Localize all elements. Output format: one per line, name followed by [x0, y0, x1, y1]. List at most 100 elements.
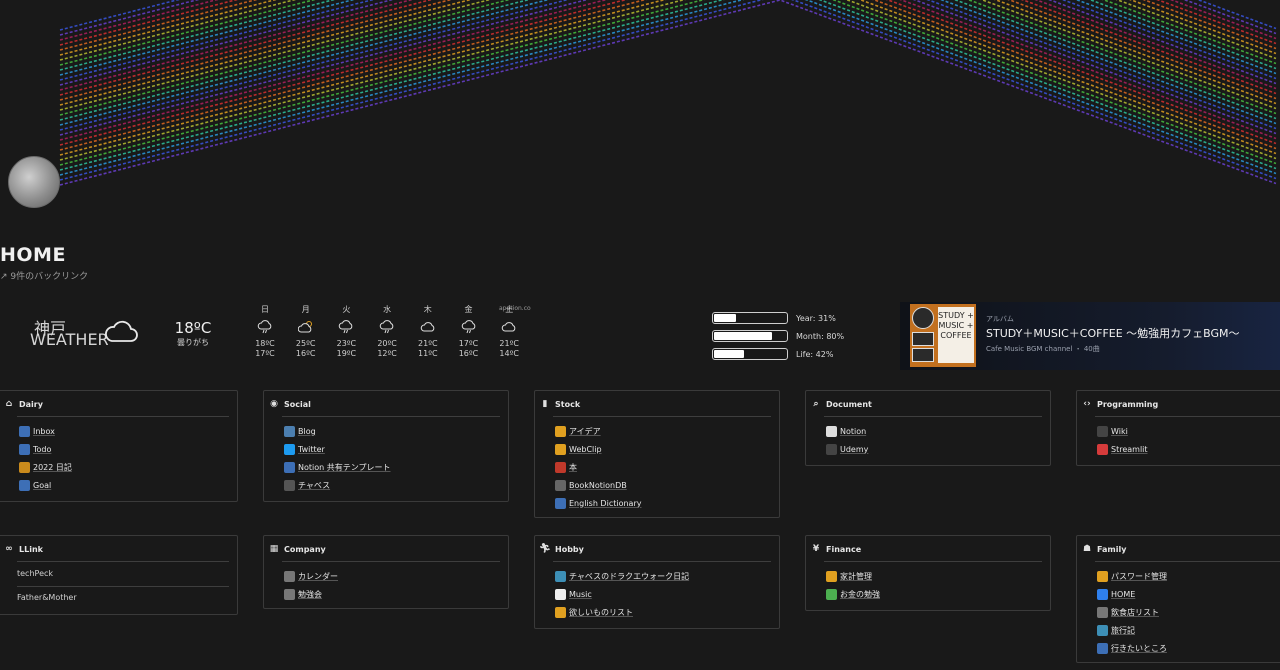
card-item-company[interactable]: 勉強会: [284, 585, 338, 603]
card-item-social[interactable]: Notion 共有テンプレート: [284, 458, 391, 476]
music-title[interactable]: STUDY＋MUSIC＋COFFEE 〜勉強用カフェBGM〜: [986, 325, 1240, 341]
card-item-label: アイデア: [569, 426, 601, 436]
forecast-day-label: 木: [423, 305, 432, 314]
study-icon: [284, 588, 295, 600]
streamlit-icon: [1097, 443, 1108, 455]
music-embed[interactable]: STUDY + MUSIC + COFFEE アルバム STUDY＋MUSIC＋…: [900, 302, 1280, 370]
progress-bar: [712, 312, 788, 324]
progress-bar: [712, 348, 788, 360]
card-family: ☗ Family パスワード管理 HOME 飲食店リスト 旅行記 行きたいところ: [1076, 535, 1280, 663]
card-item-finance[interactable]: お金の勉強: [826, 585, 880, 603]
card-item-social[interactable]: Blog: [284, 422, 391, 440]
forecast-day: 土 21ºC 14ºC: [494, 305, 524, 359]
page-icon[interactable]: [8, 156, 60, 208]
card-item-label: 家計管理: [840, 571, 872, 581]
link-techpeck[interactable]: techPeck: [17, 569, 53, 578]
card-item-document[interactable]: Notion: [826, 422, 868, 440]
card-item-label: WebClip: [569, 444, 602, 454]
forecast-day: 木 21ºC 11ºC: [413, 305, 443, 359]
card-item-dairy[interactable]: Todo: [19, 440, 72, 458]
wishlist-icon: [555, 606, 566, 618]
divider: [1095, 416, 1280, 417]
card-item-stock[interactable]: 本: [555, 458, 641, 476]
wave-line: [59, 0, 1277, 186]
cloud-icon: [494, 315, 524, 339]
card-title: Company: [284, 544, 326, 554]
card-item-family[interactable]: パスワード管理: [1097, 567, 1167, 585]
link-father-mother[interactable]: Father&Mother: [17, 593, 77, 602]
divider: [282, 416, 500, 417]
twitter-icon: [284, 443, 295, 455]
forecast-day: 月 25ºC 16ºC: [291, 305, 321, 359]
goal-icon: [19, 479, 30, 491]
forecast-low: 11ºC: [418, 349, 438, 358]
inbox-icon: [19, 425, 30, 437]
search-icon: ⌕: [813, 399, 819, 409]
card-header: ▮ Stock: [535, 399, 581, 409]
card-items: Blog Twitter Notion 共有テンプレートチャベス: [284, 422, 391, 494]
card-llink: ∞ LLink techPeck Father&Mother: [0, 535, 238, 615]
card-item-label: カレンダー: [298, 571, 338, 581]
current-temp: 18ºC: [174, 319, 212, 337]
place-icon: [1097, 642, 1108, 654]
card-items: チャベスのドラクエウォーク日記 Music 欲しいものリスト: [555, 567, 689, 621]
card-item-social[interactable]: チャベス: [284, 476, 391, 494]
lock-icon: [1097, 570, 1108, 582]
card-item-label: 本: [569, 462, 577, 472]
card-item-stock[interactable]: アイデア: [555, 422, 641, 440]
card-title: Stock: [555, 399, 581, 409]
card-item-stock[interactable]: BookNotionDB: [555, 476, 641, 494]
card-item-stock[interactable]: WebClip: [555, 440, 641, 458]
progress-fill: [714, 314, 737, 322]
card-title: Family: [1097, 544, 1127, 554]
card-item-dairy[interactable]: Inbox: [19, 422, 72, 440]
restaurant-icon: [1097, 606, 1108, 618]
code-icon: ‹›: [1083, 399, 1091, 409]
link-icon: ∞: [5, 544, 13, 554]
database-icon: [555, 479, 566, 491]
blog-icon: [284, 425, 295, 437]
progress-label: Month: 80%: [796, 331, 845, 341]
rain-cloud-icon: [331, 315, 361, 339]
card-item-family[interactable]: 旅行記: [1097, 621, 1167, 639]
forecast-low: 19ºC: [336, 349, 357, 358]
diary-icon: [555, 570, 566, 582]
card-item-hobby[interactable]: Music: [555, 585, 689, 603]
forecast-high: 20ºC: [377, 339, 397, 348]
card-header: ∞ LLink: [0, 544, 43, 554]
card-item-label: お金の勉強: [840, 589, 880, 599]
card-item-company[interactable]: カレンダー: [284, 567, 338, 585]
card-items: カレンダー勉強会: [284, 567, 338, 603]
card-item-stock[interactable]: English Dictionary: [555, 494, 641, 512]
card-item-programming[interactable]: Streamlit: [1097, 440, 1148, 458]
page-title: HOME: [0, 244, 66, 266]
card-item-hobby[interactable]: 欲しいものリスト: [555, 603, 689, 621]
forecast-high: 21ºC: [499, 339, 519, 348]
card-item-family[interactable]: 行きたいところ: [1097, 639, 1167, 657]
backlinks-link[interactable]: ↗ 9件のバックリンク: [0, 269, 88, 282]
wave-line: [59, 0, 1277, 116]
card-item-finance[interactable]: 家計管理: [826, 567, 880, 585]
forecast-day: 金 17ºC 16ºC: [454, 305, 484, 359]
progress-label: Life: 42%: [796, 349, 834, 359]
music-icon: [555, 588, 566, 600]
card-item-family[interactable]: 飲食店リスト: [1097, 603, 1167, 621]
backlinks-label: 9件のバックリンク: [10, 272, 89, 282]
progress-fill: [714, 350, 745, 358]
star-icon: [555, 443, 566, 455]
progress-fill: [714, 332, 772, 340]
wave-line: [59, 0, 1277, 166]
card-item-programming[interactable]: Wiki: [1097, 422, 1148, 440]
card-item-dairy[interactable]: Goal: [19, 476, 72, 494]
wave-line: [59, 0, 1277, 146]
forecast-day: 火 23ºC 19ºC: [331, 305, 361, 359]
card-item-social[interactable]: Twitter: [284, 440, 391, 458]
card-item-family[interactable]: HOME: [1097, 585, 1167, 603]
card-item-label: チャベス: [298, 480, 331, 490]
card-item-hobby[interactable]: チャベスのドラクエウォーク日記: [555, 567, 689, 585]
card-item-label: Streamlit: [1111, 444, 1148, 454]
card-item-dairy[interactable]: 2022 日記: [19, 458, 72, 476]
forecast-high: 18ºC: [255, 339, 275, 348]
forecast-day-label: 金: [464, 305, 473, 314]
card-item-document[interactable]: Udemy: [826, 440, 868, 458]
